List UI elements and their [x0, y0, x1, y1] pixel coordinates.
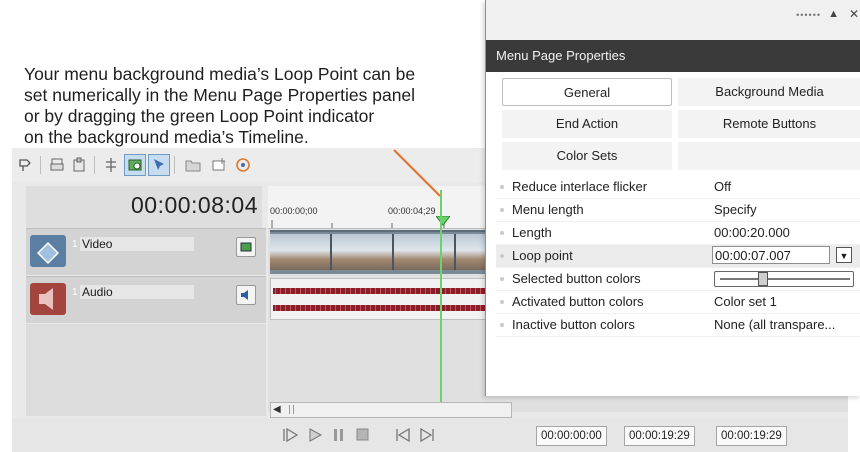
- row-bullet: [500, 323, 504, 327]
- video-track-icon: [30, 235, 66, 267]
- snap-icon[interactable]: [102, 156, 120, 174]
- empty-track-area: [26, 324, 266, 416]
- ruler-start-label: 00:00:00;00: [270, 206, 318, 216]
- property-name: Menu length: [512, 202, 584, 217]
- property-row-activated-button-colors[interactable]: Activated button colors Color set 1: [496, 291, 860, 314]
- stop-icon[interactable]: [354, 428, 372, 442]
- property-value[interactable]: 00:00:20.000: [714, 222, 790, 244]
- video-fx-button[interactable]: [236, 237, 256, 257]
- property-name: Inactive button colors: [512, 317, 635, 332]
- tab-color-sets[interactable]: Color Sets: [502, 142, 672, 170]
- caption-line: or by dragging the green Loop Point indi…: [24, 106, 375, 126]
- tab-empty: [678, 142, 860, 170]
- menu-page-properties-panel: •••••• ▲ ✕ Menu Page Properties General …: [485, 0, 860, 396]
- track-name-field[interactable]: Audio: [80, 285, 194, 299]
- chevron-down-icon[interactable]: ▼: [836, 247, 852, 263]
- row-bullet: [500, 231, 504, 235]
- video-track-header[interactable]: 1 Video: [26, 228, 266, 275]
- slider-thumb[interactable]: [758, 272, 768, 286]
- loop-playback-icon[interactable]: [282, 428, 300, 442]
- property-value[interactable]: Specify: [714, 199, 757, 221]
- row-bullet: [500, 254, 504, 258]
- audio-track-icon: [30, 283, 66, 315]
- property-value[interactable]: Off: [714, 176, 731, 198]
- loop-point-input[interactable]: 00:00:07.007: [712, 246, 830, 264]
- toolbar-divider: [174, 156, 175, 174]
- slider-track: [720, 278, 850, 280]
- ruler-mid-label: 00:00:04;29: [388, 206, 436, 216]
- cursor-tool-icon[interactable]: [148, 154, 170, 176]
- loop-point-indicator[interactable]: [440, 190, 442, 402]
- selection-end-timecode[interactable]: 00:00:19:29: [624, 426, 695, 446]
- auto-ripple-icon[interactable]: [124, 154, 146, 176]
- instruction-caption: Your menu background media’s Loop Point …: [24, 64, 494, 148]
- tab-remote-buttons[interactable]: Remote Buttons: [678, 110, 860, 138]
- track-number: 1: [72, 239, 78, 250]
- property-value[interactable]: Color set 1: [714, 291, 777, 313]
- play-icon[interactable]: [306, 428, 324, 442]
- caption-line: Your menu background media’s Loop Point …: [24, 64, 416, 84]
- time-display-panel: 00:00:08:04: [26, 186, 262, 228]
- panel-title: Menu Page Properties: [486, 40, 860, 72]
- button-color-slider[interactable]: [714, 271, 854, 287]
- toolbar-divider: [40, 156, 41, 174]
- tab-general[interactable]: General: [502, 78, 672, 106]
- tab-background-media[interactable]: Background Media: [678, 78, 860, 106]
- track-name-field[interactable]: Video: [80, 237, 194, 251]
- audio-track-header[interactable]: 1 Audio: [26, 276, 266, 323]
- folder-icon[interactable]: [184, 156, 202, 174]
- new-track-icon[interactable]: [210, 156, 228, 174]
- close-icon[interactable]: ✕: [849, 7, 859, 21]
- caption-line: on the background media’s Timeline.: [24, 127, 309, 147]
- loop-point-marker-icon[interactable]: [436, 216, 450, 226]
- row-bullet: [500, 208, 504, 212]
- property-value[interactable]: None (all transpare...: [714, 314, 835, 336]
- row-bullet: [500, 300, 504, 304]
- row-bullet: [500, 277, 504, 281]
- scroll-left-icon[interactable]: ◀: [273, 403, 281, 416]
- property-row-inactive-button-colors[interactable]: Inactive button colors None (all transpa…: [496, 314, 860, 337]
- drag-handle-icon[interactable]: ••••••: [796, 10, 821, 20]
- go-to-start-icon[interactable]: [394, 428, 412, 442]
- toolbar-divider: [94, 156, 95, 174]
- timeline-horizontal-scrollbar[interactable]: ◀: [270, 402, 512, 418]
- property-name: Reduce interlace flicker: [512, 179, 648, 194]
- property-name: Selected button colors: [512, 271, 641, 286]
- collapse-icon[interactable]: ▲: [828, 8, 839, 20]
- property-name: Activated button colors: [512, 294, 644, 309]
- go-to-end-icon[interactable]: [418, 428, 436, 442]
- caption-line: set numerically in the Menu Page Propert…: [24, 85, 416, 105]
- row-bullet: [500, 185, 504, 189]
- panel-grip-bar[interactable]: •••••• ▲ ✕: [486, 0, 860, 40]
- track-number: 1: [72, 287, 78, 298]
- property-row-selected-button-colors[interactable]: Selected button colors: [496, 268, 860, 291]
- video-thumbnail: [270, 234, 332, 270]
- property-row-length[interactable]: Length 00:00:20.000: [496, 222, 860, 245]
- property-name: Loop point: [512, 248, 573, 263]
- property-name: Length: [512, 225, 552, 240]
- selection-length-timecode[interactable]: 00:00:19:29: [716, 426, 787, 446]
- video-thumbnail: [394, 234, 456, 270]
- tab-end-action[interactable]: End Action: [502, 110, 672, 138]
- pause-icon[interactable]: [330, 428, 348, 442]
- property-row-menu-length[interactable]: Menu length Specify: [496, 199, 860, 222]
- video-thumbnail: [332, 234, 394, 270]
- property-row-reduce-interlace-flicker[interactable]: Reduce interlace flicker Off: [496, 176, 860, 199]
- audio-mute-button[interactable]: [236, 285, 256, 305]
- marker-icon[interactable]: [16, 156, 34, 174]
- scroll-thumb[interactable]: [289, 405, 294, 414]
- print-icon[interactable]: [48, 156, 66, 174]
- selection-start-timecode[interactable]: 00:00:00:00: [536, 426, 607, 446]
- clipboard-icon[interactable]: [70, 156, 88, 174]
- current-time-display: 00:00:08:04: [130, 192, 258, 218]
- property-row-loop-point[interactable]: Loop point 00:00:07.007 ▼: [496, 245, 860, 268]
- loop-region-icon[interactable]: [234, 156, 252, 174]
- transport-bar: 00:00:00:00 00:00:19:29 00:00:19:29: [12, 418, 848, 452]
